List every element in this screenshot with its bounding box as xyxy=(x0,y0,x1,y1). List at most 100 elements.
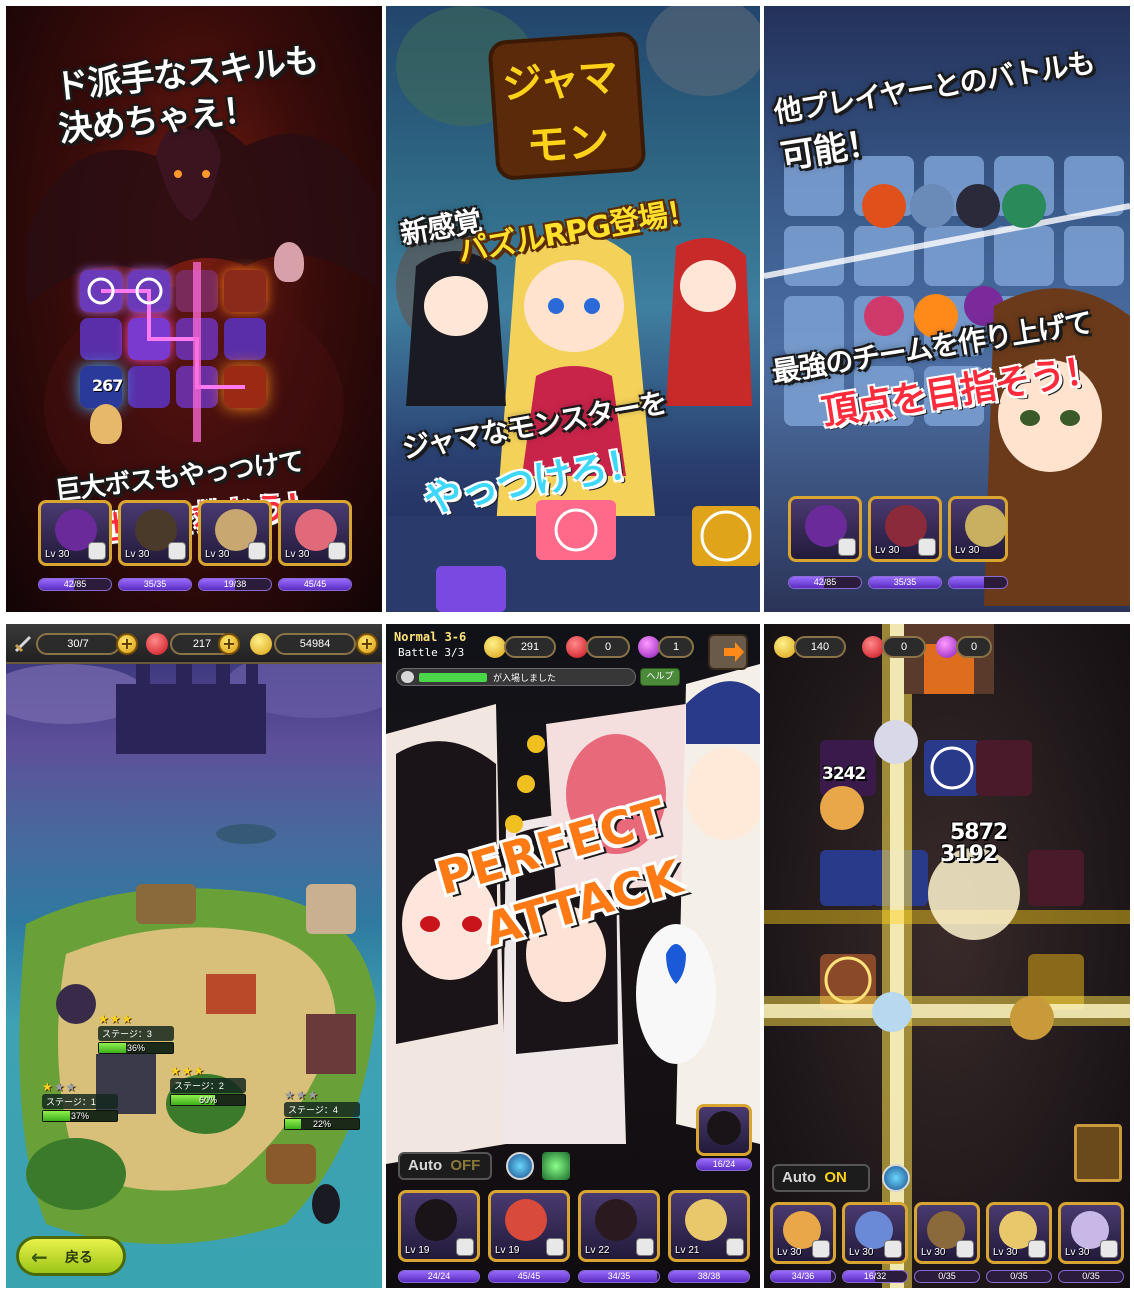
stage-node-3[interactable]: ★★★ ステージ：3 36% xyxy=(98,1012,174,1054)
element-icon xyxy=(546,1238,564,1256)
hp-bar: 38/38 xyxy=(668,1270,750,1283)
help-button[interactable]: ヘルプ xyxy=(640,668,680,686)
plus-icon[interactable]: + xyxy=(356,633,378,655)
ruby-gem-icon xyxy=(146,633,168,655)
hero-chibi xyxy=(90,404,122,444)
party-card[interactable]: Lv 30 xyxy=(914,1202,980,1264)
party-card[interactable]: Lv 30 xyxy=(1058,1202,1124,1264)
hp-bar: 19/38 xyxy=(198,578,272,591)
damage-number: 267 xyxy=(92,376,123,395)
element-icon xyxy=(956,1240,974,1258)
level-label: Lv 30 xyxy=(205,549,230,560)
stage-label: ステージ：2 xyxy=(170,1078,246,1093)
resource-bar: 30/7 + 217 + 54984 + xyxy=(6,624,382,664)
skill-card[interactable] xyxy=(696,1104,752,1156)
stage-progress: 22% xyxy=(284,1118,360,1130)
portrait xyxy=(595,1199,637,1241)
hp-bar: 24/24 xyxy=(398,1270,480,1283)
exit-door-icon[interactable] xyxy=(708,634,748,670)
element-icon xyxy=(328,542,346,560)
stage-node-2[interactable]: ★★★ ステージ：2 60% xyxy=(170,1064,246,1106)
gold-coin-icon xyxy=(774,636,796,658)
element-icon xyxy=(1028,1240,1046,1258)
level-label: Lv 30 xyxy=(125,549,150,560)
level-label: Lv 30 xyxy=(45,549,70,560)
logo-line2: モン xyxy=(525,116,611,171)
level-label: Lv 19 xyxy=(405,1245,430,1256)
stage-label: ステージ：3 xyxy=(98,1026,174,1041)
ruby-gem-icon xyxy=(862,636,884,658)
party-card[interactable] xyxy=(788,496,862,562)
skill-icon[interactable] xyxy=(506,1152,534,1180)
element-icon xyxy=(168,542,186,560)
portrait xyxy=(685,1199,727,1241)
element-icon xyxy=(248,542,266,560)
orbs-value: 1 xyxy=(658,636,694,658)
auto-state: OFF xyxy=(450,1157,481,1174)
auto-state: ON xyxy=(824,1169,847,1186)
element-icon xyxy=(884,1240,902,1258)
party-card[interactable]: Lv 19 xyxy=(398,1190,480,1262)
orbs-value: 0 xyxy=(956,636,992,658)
game-logo: ジャマ モン xyxy=(487,30,647,182)
hp-bar: 16/32 xyxy=(842,1270,908,1283)
level-label: Lv 22 xyxy=(585,1245,610,1256)
party-card[interactable]: Lv 30 xyxy=(868,496,942,562)
chat-bar: が入場しました xyxy=(396,668,636,686)
stage-progress: 37% xyxy=(42,1110,118,1122)
party-card[interactable]: Lv 30 xyxy=(278,500,352,566)
gems-value: 0 xyxy=(882,636,926,658)
party-card[interactable]: Lv 30 xyxy=(38,500,112,566)
star-rating: ★★★ xyxy=(42,1080,78,1094)
hp-bar: 35/35 xyxy=(868,576,942,589)
mode-label: Normal 3-6 xyxy=(394,630,467,644)
star-rating: ★★★ xyxy=(170,1064,206,1078)
auto-toggle[interactable]: Auto ON xyxy=(772,1164,870,1192)
purple-orb-icon xyxy=(936,636,958,658)
screenshot-cross-attack: 140 0 0 3242 5872 3192 Auto ON Lv 30 Lv … xyxy=(764,624,1130,1288)
auto-label: Auto xyxy=(782,1169,817,1186)
party-card[interactable]: Lv 30 xyxy=(118,500,192,566)
hp-bar: 42/85 xyxy=(788,576,862,589)
hp-bar: 0/35 xyxy=(986,1270,1052,1283)
screenshot-world-map: 30/7 + 217 + 54984 + ★★★ ステージ：3 36% ★★★ … xyxy=(6,624,382,1288)
stage-progress: 36% xyxy=(98,1042,174,1054)
party-card[interactable]: Lv 30 xyxy=(948,496,1008,562)
hp-bar: 0/35 xyxy=(914,1270,980,1283)
skill-box[interactable] xyxy=(1074,1124,1122,1182)
stage-label: ステージ：4 xyxy=(284,1102,360,1117)
party-card[interactable]: Lv 30 xyxy=(986,1202,1052,1264)
plus-icon[interactable]: + xyxy=(218,633,240,655)
party-card[interactable]: Lv 21 xyxy=(668,1190,750,1262)
screenshot-boss-skill: ド派手なスキルも 決めちゃえ！ 267 巨大ボスもやっつけて 世界を救おう！ L… xyxy=(6,6,382,612)
party-card[interactable]: Lv 30 xyxy=(198,500,272,566)
party-card[interactable]: Lv 22 xyxy=(578,1190,660,1262)
battle-counter: Battle 3/3 xyxy=(398,646,465,659)
world-map-illustration xyxy=(6,626,382,1244)
coins-value: 140 xyxy=(794,636,846,658)
level-label: Lv 30 xyxy=(1065,1247,1090,1258)
auto-label: Auto xyxy=(408,1157,443,1174)
hp-bar: 34/35 xyxy=(578,1270,660,1283)
ruby-gem-icon xyxy=(566,636,588,658)
party-card[interactable]: Lv 19 xyxy=(488,1190,570,1262)
stage-node-1[interactable]: ★★★ ステージ：1 37% xyxy=(42,1080,118,1122)
screenshot-title-art: ジャマ モン 新感覚 パズルRPG登場！ ジャマなモンスターを やっつけろ！ xyxy=(386,6,760,612)
skill-icon[interactable] xyxy=(882,1164,910,1192)
sparkle-icon[interactable] xyxy=(542,1152,570,1180)
back-button[interactable]: ← 戻る xyxy=(16,1236,126,1276)
hp-bar: 45/45 xyxy=(278,578,352,591)
party-card[interactable]: Lv 30 xyxy=(770,1202,836,1264)
auto-toggle[interactable]: Auto OFF xyxy=(398,1152,492,1180)
level-label: Lv 30 xyxy=(921,1247,946,1258)
element-icon xyxy=(1100,1240,1118,1258)
hp-bar: 34/36 xyxy=(770,1270,836,1283)
screenshot-pvp: 他プレイヤーとのバトルも 可能！ 最強のチームを作り上げて 頂点を目指そう！ L… xyxy=(764,6,1130,612)
party-card[interactable]: Lv 30 xyxy=(842,1202,908,1264)
element-icon xyxy=(726,1238,744,1256)
element-icon xyxy=(918,538,936,556)
element-icon xyxy=(456,1238,474,1256)
stage-node-4[interactable]: ★★★ ステージ：4 22% xyxy=(284,1088,360,1130)
plus-icon[interactable]: + xyxy=(116,633,138,655)
stage-label: ステージ：1 xyxy=(42,1094,118,1109)
